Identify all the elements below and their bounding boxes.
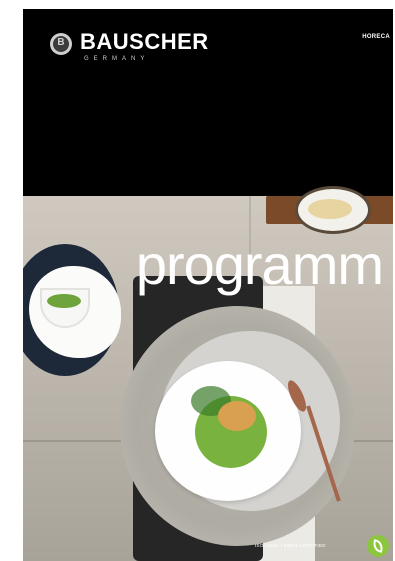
scallop <box>218 401 256 431</box>
bowl <box>295 186 371 234</box>
brand-wordmark: BAUSCHER GERMANY <box>80 29 209 63</box>
leaf-icon <box>367 535 389 557</box>
cover-headline: programm <box>135 233 384 296</box>
certification-text: ISO 14001 / 50001 CERTIFIED <box>255 543 326 548</box>
brand-country: GERMANY <box>84 56 150 62</box>
segment-label: HORECA <box>362 34 390 40</box>
brand-name: BAUSCHER <box>80 29 209 54</box>
header-band: BAUSCHER GERMANY HORECA <box>23 9 393 196</box>
brand-logo: BAUSCHER GERMANY <box>50 30 209 70</box>
brand-logo-icon <box>50 33 72 55</box>
catalog-cover: BAUSCHER GERMANY HORECA programm ISO 140… <box>23 9 393 561</box>
